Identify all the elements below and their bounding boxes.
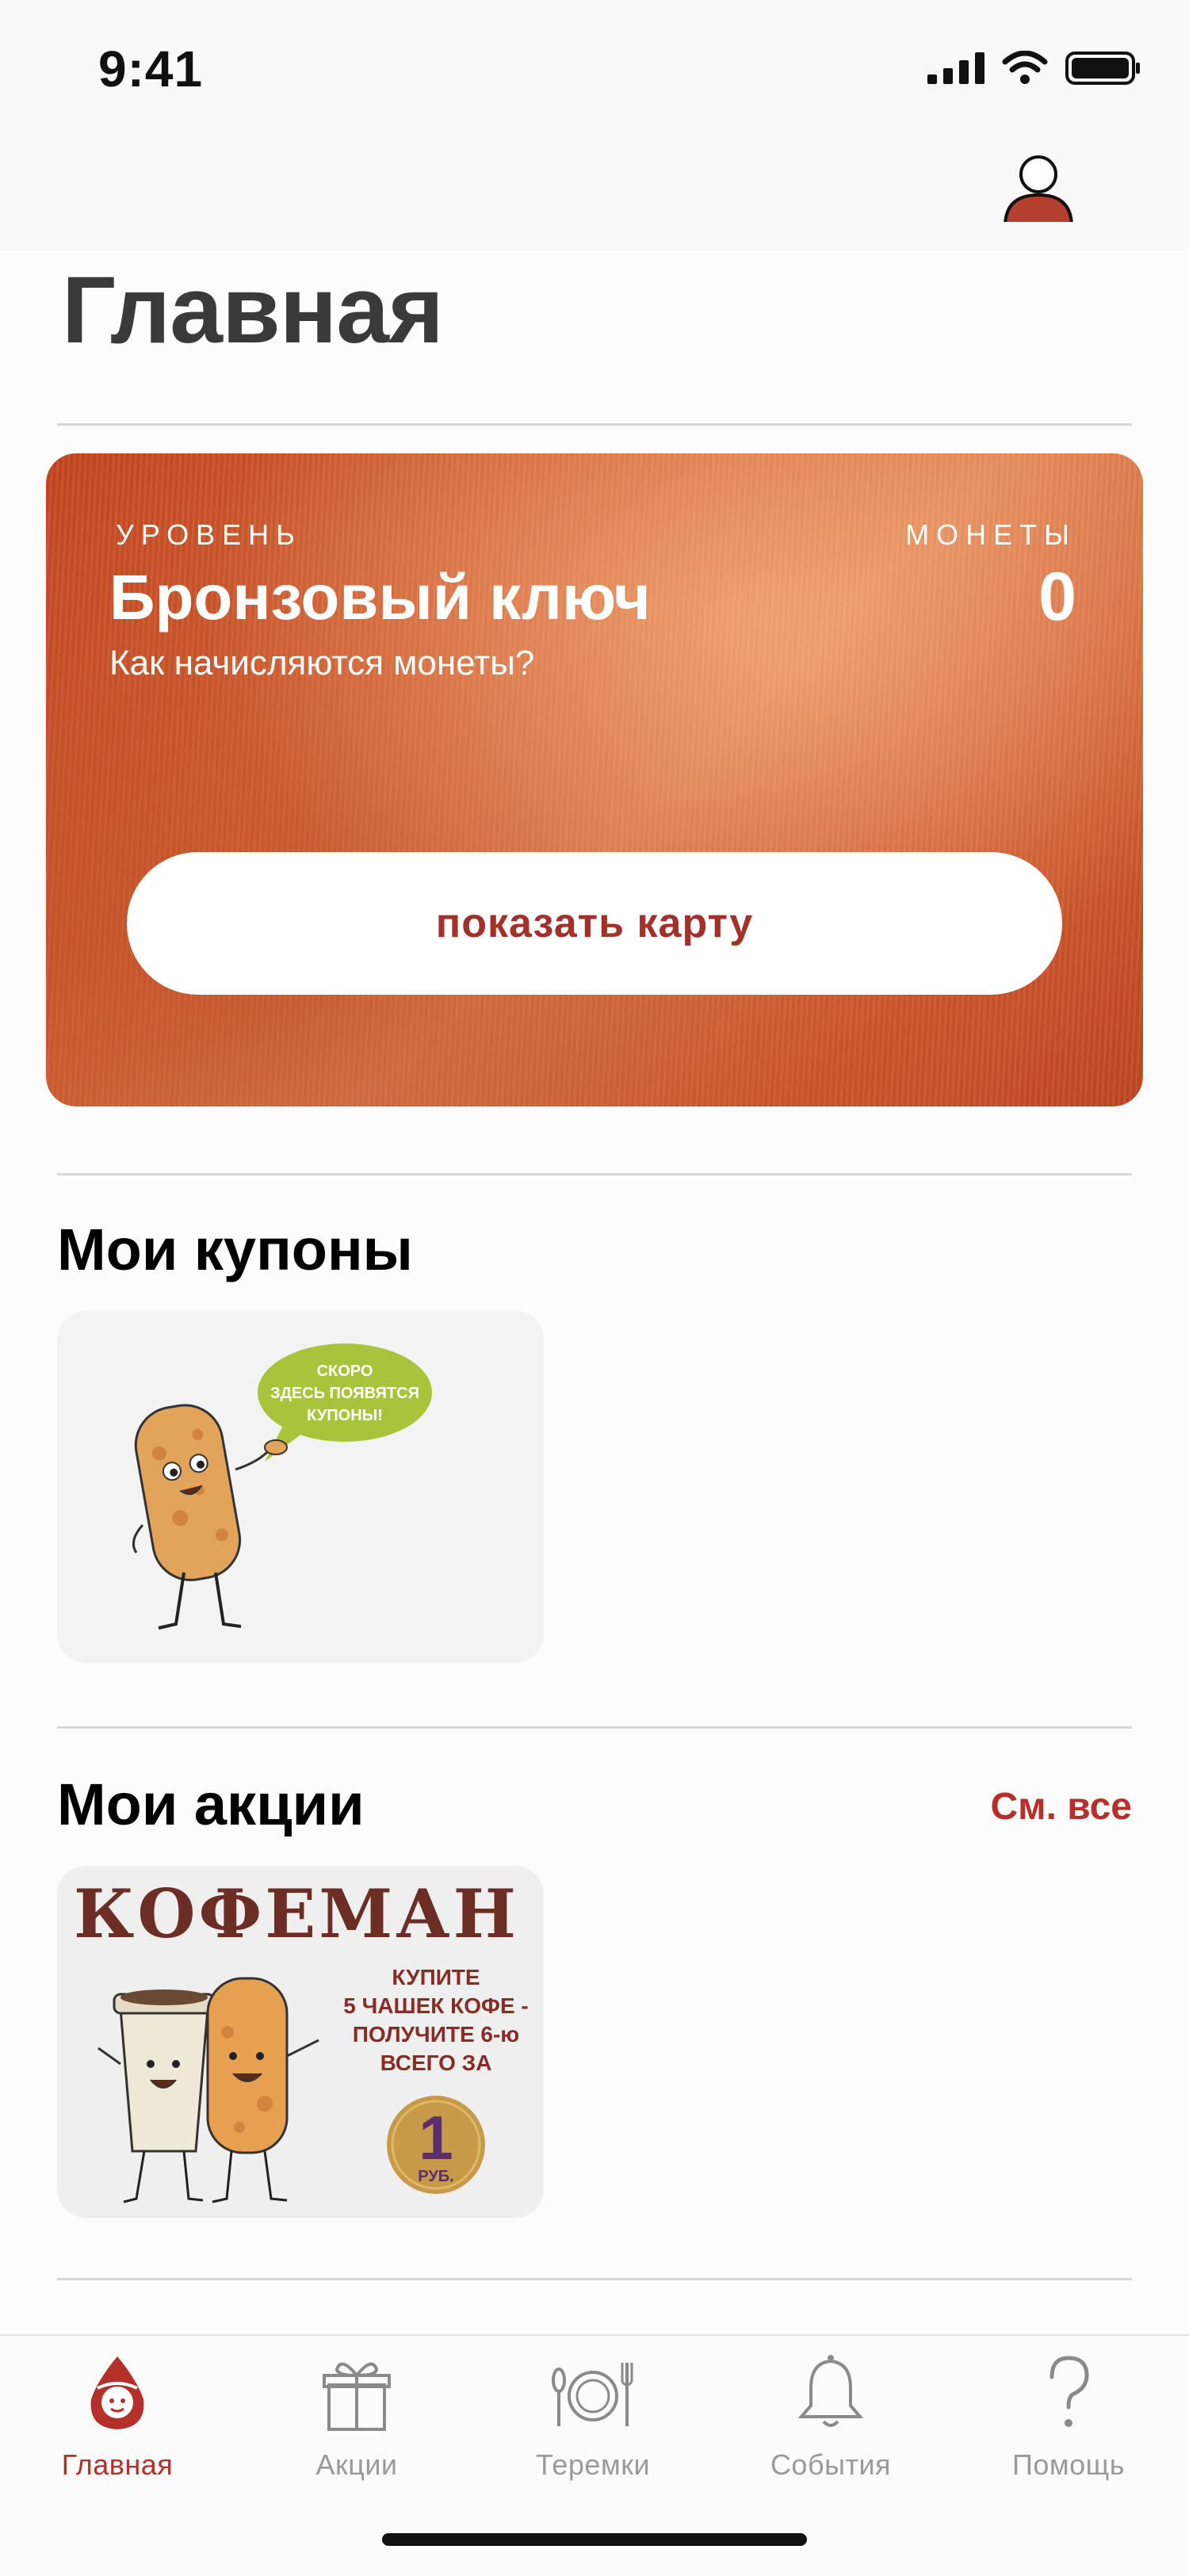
promo-card-kofeman[interactable]: КОФЕМАН КУПИТЕ 5 ЧАШЕК КОФЕ - ПОЛУЧИТЕ 6… <box>57 1866 544 2218</box>
promo-line-3: ПОЛУЧИТЕ 6-ю <box>353 2022 519 2047</box>
bubble-line-1: СКОРО <box>317 1363 373 1380</box>
coins-info-link[interactable]: Как начисляются монеты? <box>109 644 534 683</box>
promo-price-value: 1 <box>419 2103 453 2173</box>
divider <box>57 423 1132 426</box>
tab-restaurants[interactable]: Теремки <box>506 2350 680 2482</box>
divider <box>57 2278 1132 2280</box>
promo-price-unit: РУБ. <box>418 2168 453 2185</box>
tab-events-label: События <box>770 2448 892 2481</box>
level-name: Бронзовый ключ <box>109 562 651 633</box>
tab-promos[interactable]: Акции <box>270 2350 444 2482</box>
bubble-line-3: КУПОНЫ! <box>307 1407 383 1424</box>
level-caption: УРОВЕНЬ <box>116 518 302 551</box>
question-icon <box>1049 2356 1089 2427</box>
coupons-section-title: Мои купоны <box>57 1217 413 1282</box>
promo-name: КОФЕМАН <box>74 1875 519 1953</box>
tab-promos-label: Акции <box>315 2448 398 2481</box>
divider <box>57 1173 1132 1175</box>
tab-help[interactable]: Помощь <box>981 2350 1156 2482</box>
promo-line-1: КУПИТЕ <box>392 1965 480 1989</box>
teremok-home-icon <box>90 2356 144 2429</box>
gift-icon <box>323 2362 391 2431</box>
tab-help-label: Помощь <box>1011 2448 1126 2481</box>
tab-restaurants-label: Теремки <box>535 2448 651 2481</box>
home-indicator <box>382 2533 807 2546</box>
person-icon <box>1004 155 1073 222</box>
wifi-icon <box>1002 51 1048 84</box>
promo-line-2: 5 ЧАШЕК КОФЕ - <box>343 1993 528 2018</box>
tab-home[interactable]: Главная <box>30 2350 205 2482</box>
status-icons <box>927 51 1141 86</box>
profile-button[interactable] <box>1000 151 1076 227</box>
page-title: Главная <box>62 257 444 363</box>
plate-cutlery-icon <box>552 2363 633 2426</box>
tab-home-label: Главная <box>61 2448 174 2481</box>
bubble-line-2: ЗДЕСЬ ПОЯВЯТСЯ <box>270 1385 419 1402</box>
coupon-placeholder-card[interactable]: СКОРО ЗДЕСЬ ПОЯВЯТСЯ КУПОНЫ! <box>57 1311 544 1663</box>
blini-mascot-illustration: СКОРО ЗДЕСЬ ПОЯВЯТСЯ КУПОНЫ! <box>132 1343 432 1630</box>
promos-section-title: Мои акции <box>57 1771 365 1837</box>
signal-icon <box>927 52 984 84</box>
see-all-promos-link[interactable]: См. все <box>990 1785 1132 1829</box>
status-time: 9:41 <box>98 40 204 97</box>
kofeman-promo-illustration: КОФЕМАН КУПИТЕ 5 ЧАШЕК КОФЕ - ПОЛУЧИТЕ 6… <box>74 1875 529 2203</box>
coins-value: 0 <box>1038 559 1076 635</box>
show-card-button[interactable]: показать карту <box>127 852 1062 995</box>
promo-line-4: ВСЕГО ЗА <box>380 2050 492 2075</box>
tab-events[interactable]: События <box>744 2350 918 2482</box>
coins-caption: МОНЕТЫ <box>905 518 1076 551</box>
bell-icon <box>797 2355 864 2427</box>
battery-icon <box>1065 52 1140 85</box>
divider <box>57 1726 1132 1729</box>
